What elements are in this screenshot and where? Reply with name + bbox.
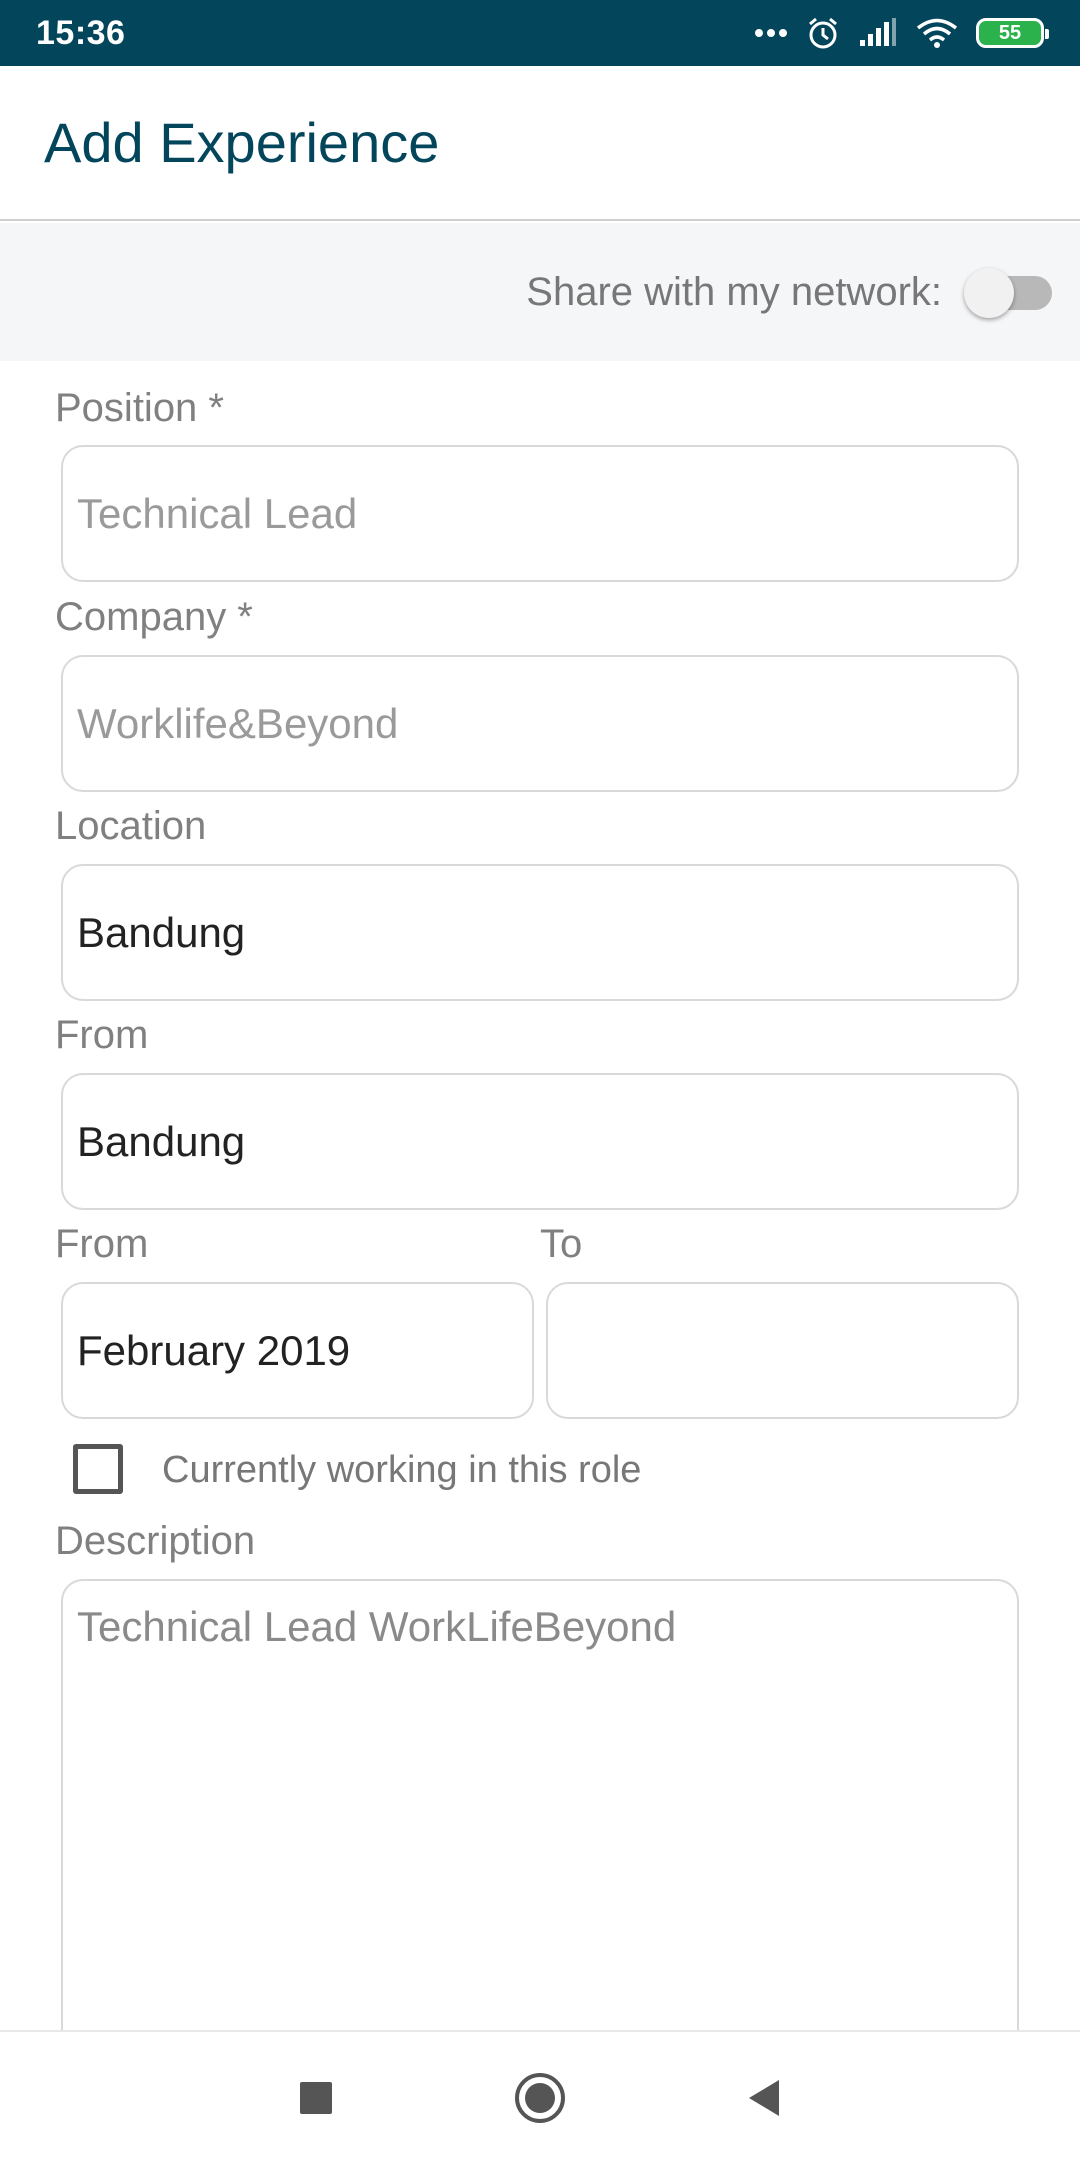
position-placeholder: Technical Lead xyxy=(77,489,358,537)
from-date-value: February 2019 xyxy=(77,1326,351,1374)
position-label: Position * xyxy=(55,386,224,430)
company-label: Company * xyxy=(55,595,253,639)
share-row: Share with my network: xyxy=(0,223,1080,361)
share-toggle[interactable] xyxy=(964,264,1052,320)
description-placeholder: Technical Lead WorkLifeBeyond xyxy=(77,1603,677,1650)
status-time: 15:36 xyxy=(36,13,126,52)
home-button[interactable] xyxy=(512,2072,568,2128)
system-nav-bar xyxy=(0,2030,1080,2160)
battery-level: 55 xyxy=(998,21,1022,44)
currently-working-label: Currently working in this role xyxy=(162,1449,642,1491)
home-icon xyxy=(513,2071,567,2130)
from-date-label: From xyxy=(55,1222,149,1266)
to-date-label: To xyxy=(540,1222,583,1266)
currently-working-checkbox[interactable] xyxy=(73,1444,123,1494)
back-button[interactable] xyxy=(736,2072,792,2128)
description-label: Description xyxy=(55,1519,256,1563)
location-input[interactable]: Bandung xyxy=(61,864,1019,1001)
app-bar: Add Experience xyxy=(0,66,1080,221)
status-icons: 55 xyxy=(754,16,1049,50)
position-input[interactable]: Technical Lead xyxy=(61,445,1019,582)
signal-icon xyxy=(858,18,898,48)
alarm-icon xyxy=(806,16,840,50)
wifi-icon xyxy=(916,17,958,49)
page-title: Add Experience xyxy=(44,111,440,174)
from-location-input[interactable]: Bandung xyxy=(61,1073,1019,1210)
share-label: Share with my network: xyxy=(526,269,942,314)
status-bar: 15:36 55 xyxy=(0,0,1080,66)
more-dots-icon xyxy=(754,28,788,38)
toggle-knob xyxy=(964,268,1014,318)
company-input[interactable]: Worklife&Beyond xyxy=(61,655,1019,792)
to-date-input[interactable] xyxy=(546,1282,1019,1419)
location-label: Location xyxy=(55,804,207,848)
description-textarea[interactable]: Technical Lead WorkLifeBeyond xyxy=(61,1579,1019,2031)
battery-icon: 55 xyxy=(976,18,1049,48)
from-location-label: From xyxy=(55,1013,149,1057)
recents-button[interactable] xyxy=(288,2072,344,2128)
from-location-value: Bandung xyxy=(77,1117,246,1165)
location-value: Bandung xyxy=(77,908,246,956)
back-icon xyxy=(745,2078,783,2123)
company-placeholder: Worklife&Beyond xyxy=(77,699,399,747)
from-date-input[interactable]: February 2019 xyxy=(61,1282,534,1419)
recents-icon xyxy=(298,2080,334,2121)
